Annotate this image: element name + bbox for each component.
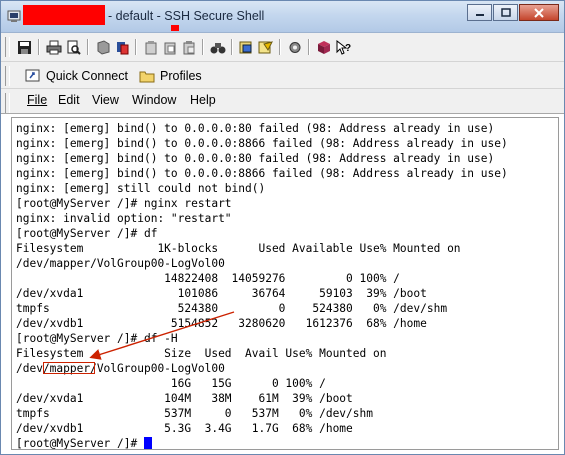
- toolbar-separator: [202, 39, 204, 55]
- minimize-button[interactable]: [467, 4, 492, 21]
- menu-file[interactable]: File: [27, 93, 47, 107]
- close-icon: [534, 7, 544, 18]
- maximize-button[interactable]: [493, 4, 518, 21]
- toolbar-grip[interactable]: [5, 37, 10, 57]
- save-button[interactable]: [15, 38, 33, 56]
- profiles-label: Profiles: [160, 68, 202, 83]
- paste-clipboard-icon: [183, 40, 194, 54]
- paste-icon: [116, 41, 128, 54]
- quick-connect-bar: Quick Connect Profiles: [1, 62, 564, 89]
- menu-help-label: Help: [190, 93, 216, 107]
- paste-clipboard-button[interactable]: [180, 38, 198, 56]
- menu-edit-label: Edit: [58, 93, 80, 107]
- context-help-icon: ?: [336, 39, 351, 55]
- menu-view[interactable]: View: [92, 93, 119, 107]
- toolbar-grip[interactable]: [5, 93, 10, 113]
- folder-icon: [139, 69, 155, 83]
- menu-window[interactable]: Window: [132, 93, 176, 107]
- annotation-arrow: [89, 311, 235, 360]
- toolbar-separator: [231, 39, 233, 55]
- maximize-icon: [500, 7, 511, 17]
- profile-icon: [258, 40, 273, 53]
- quick-connect-label: Quick Connect: [46, 68, 128, 83]
- print-preview-button[interactable]: [64, 38, 82, 56]
- redacted-host-block: [23, 5, 105, 25]
- context-help-button[interactable]: ?: [334, 38, 352, 56]
- menu-window-label: Window: [132, 93, 177, 107]
- window-title: - default - SSH Secure Shell: [108, 9, 265, 23]
- svg-text:?: ?: [345, 43, 351, 54]
- help-book-button[interactable]: [315, 38, 333, 56]
- terminal-output[interactable]: nginx: [emerg] bind() to 0.0.0.0:80 fail…: [11, 117, 559, 450]
- save-icon: [17, 40, 31, 54]
- toolbar-separator: [279, 39, 281, 55]
- menu-file-label: File: [27, 93, 48, 107]
- paste-button[interactable]: [113, 38, 131, 56]
- help-book-icon: [318, 40, 330, 54]
- settings-icon: [239, 41, 252, 53]
- menu-bar: File Edit View Window Help: [1, 89, 564, 114]
- print-button[interactable]: [45, 38, 63, 56]
- toolbar-grip[interactable]: [5, 66, 10, 86]
- find-button[interactable]: [209, 38, 227, 56]
- copy-button[interactable]: [94, 38, 112, 56]
- toolbar-separator: [308, 39, 310, 55]
- window-controls: [466, 4, 559, 21]
- toolbar-separator: [135, 39, 137, 55]
- cut-button[interactable]: [142, 38, 160, 56]
- menu-edit[interactable]: Edit: [58, 93, 80, 107]
- close-button[interactable]: [519, 4, 559, 21]
- title-bar[interactable]: - default - SSH Secure Shell: [1, 1, 564, 33]
- minimize-icon: [475, 13, 484, 16]
- toolbar-separator: [87, 39, 89, 55]
- quick-connect-button[interactable]: Quick Connect: [25, 66, 128, 85]
- main-toolbar: ?: [1, 33, 564, 62]
- copy-icon: [97, 39, 109, 55]
- profile-button[interactable]: [257, 38, 275, 56]
- options-button[interactable]: [286, 38, 304, 56]
- ssh-app-icon: [7, 9, 21, 23]
- menu-view-label: View: [92, 93, 119, 107]
- cut-icon: [145, 40, 156, 54]
- find-icon: [210, 42, 226, 53]
- copy-clipboard-button[interactable]: [161, 38, 179, 56]
- redacted-mark: [171, 25, 179, 31]
- settings-button[interactable]: [238, 38, 256, 56]
- ssh-client-window: - default - SSH Secure Shell ? Quick Con…: [0, 0, 565, 455]
- profiles-button[interactable]: Profiles: [139, 66, 202, 85]
- copy-clipboard-icon: [164, 42, 175, 54]
- print-preview-icon: [67, 40, 81, 55]
- print-icon: [46, 40, 62, 54]
- toolbar-separator: [38, 39, 40, 55]
- quick-connect-icon: [25, 68, 41, 83]
- options-icon: [289, 41, 301, 53]
- menu-help[interactable]: Help: [190, 93, 216, 107]
